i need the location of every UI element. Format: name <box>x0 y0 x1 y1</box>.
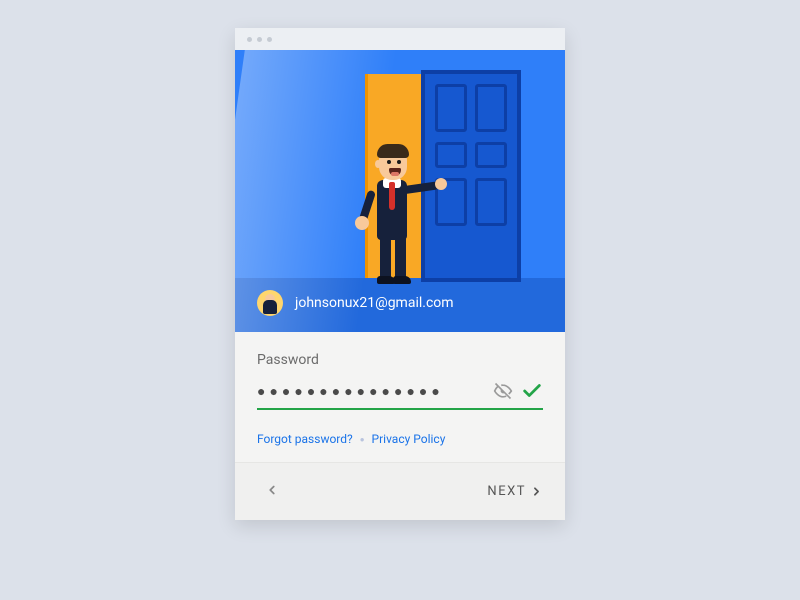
chevron-right-icon <box>530 485 543 498</box>
account-email: johnsonux21@gmail.com <box>295 295 454 311</box>
door-leaf <box>421 70 521 282</box>
bottom-nav: NEXT <box>235 462 565 520</box>
window-titlebar <box>235 28 565 50</box>
window-control-dot <box>267 37 272 42</box>
next-label: NEXT <box>487 484 526 499</box>
validation-check <box>521 380 543 402</box>
avatar-icon <box>257 290 283 316</box>
hero-illustration: johnsonux21@gmail.com <box>235 50 565 332</box>
chevron-left-icon <box>265 483 279 497</box>
account-bar[interactable]: johnsonux21@gmail.com <box>257 290 454 316</box>
login-window: johnsonux21@gmail.com Password ●●●●●●●●●… <box>235 28 565 520</box>
person-illustration <box>355 132 425 292</box>
password-field-row: ●●●●●●●●●●●●●●● <box>257 380 543 410</box>
toggle-visibility-button[interactable] <box>493 381 513 401</box>
link-separator: ● <box>360 435 365 444</box>
password-form: Password ●●●●●●●●●●●●●●● Forgot password… <box>235 332 565 462</box>
helper-links: Forgot password? ● Privacy Policy <box>257 432 543 446</box>
next-button[interactable]: NEXT <box>487 484 543 499</box>
privacy-policy-link[interactable]: Privacy Policy <box>372 432 446 446</box>
password-label: Password <box>257 352 543 368</box>
window-control-dot <box>257 37 262 42</box>
forgot-password-link[interactable]: Forgot password? <box>257 432 353 446</box>
eye-off-icon <box>493 381 513 401</box>
window-control-dot <box>247 37 252 42</box>
password-input[interactable]: ●●●●●●●●●●●●●●● <box>257 383 485 399</box>
checkmark-icon <box>521 380 543 402</box>
back-button[interactable] <box>265 482 279 501</box>
